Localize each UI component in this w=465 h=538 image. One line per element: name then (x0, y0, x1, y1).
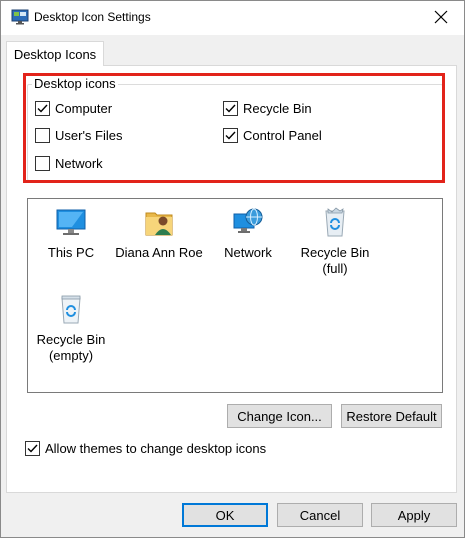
icon-label: Network (224, 245, 272, 260)
control-panel-checkbox-row[interactable]: Control Panel (223, 128, 322, 143)
ok-button[interactable]: OK (182, 503, 268, 527)
title-bar[interactable]: Desktop Icon Settings (1, 1, 464, 35)
check-icon (225, 104, 236, 113)
network-globe-icon (231, 205, 265, 239)
icon-item-user-folder[interactable]: Diana Ann Roe (114, 205, 204, 261)
recycle-bin-label: Recycle Bin (243, 101, 312, 116)
icon-label: Recycle Bin (full) (300, 245, 370, 276)
network-label: Network (55, 156, 103, 171)
users-files-checkbox[interactable] (35, 128, 50, 143)
allow-themes-label: Allow themes to change desktop icons (45, 441, 267, 456)
check-icon (225, 131, 236, 140)
icon-item-network[interactable]: Network (203, 205, 293, 261)
computer-checkbox[interactable] (35, 101, 50, 116)
monitor-icon (54, 205, 88, 239)
icon-label: Recycle Bin (empty) (36, 332, 106, 363)
apply-button[interactable]: Apply (371, 503, 457, 527)
window-title: Desktop Icon Settings (34, 10, 151, 24)
network-checkbox-row[interactable]: Network (35, 156, 103, 171)
computer-label: Computer (55, 101, 113, 116)
groupbox-legend: Desktop icons (32, 76, 118, 91)
recycle-bin-full-icon (318, 205, 352, 239)
recycle-bin-checkbox-row[interactable]: Recycle Bin (223, 101, 312, 116)
control-panel-checkbox[interactable] (223, 128, 238, 143)
restore-default-button[interactable]: Restore Default (341, 404, 442, 428)
check-icon (37, 104, 48, 113)
icon-label: This PC (47, 245, 95, 260)
recycle-bin-checkbox[interactable] (223, 101, 238, 116)
desktop-settings-icon (11, 9, 29, 25)
control-panel-label: Control Panel (243, 128, 322, 143)
allow-themes-checkbox[interactable] (25, 441, 40, 456)
icon-item-this-pc[interactable]: This PC (26, 205, 116, 261)
icon-label: Diana Ann Roe (115, 245, 203, 260)
user-folder-icon (142, 205, 176, 239)
users-files-checkbox-row[interactable]: User's Files (35, 128, 123, 143)
tab-desktop-icons[interactable]: Desktop Icons (6, 41, 104, 66)
cancel-button[interactable]: Cancel (277, 503, 363, 527)
icon-item-recycle-bin-full[interactable]: Recycle Bin (full) (290, 205, 380, 277)
close-icon (434, 10, 448, 27)
icon-list[interactable]: This PC Diana Ann Roe Network Recycle Bi… (27, 198, 443, 393)
network-checkbox[interactable] (35, 156, 50, 171)
check-icon (27, 444, 38, 453)
change-icon-button[interactable]: Change Icon... (227, 404, 332, 428)
users-files-label: User's Files (55, 128, 123, 143)
computer-checkbox-row[interactable]: Computer (35, 101, 112, 116)
allow-themes-checkbox-row[interactable]: Allow themes to change desktop icons (25, 441, 266, 456)
dialog-window: Desktop Icon Settings Desktop Icons Desk… (0, 0, 465, 538)
recycle-bin-empty-icon (54, 292, 88, 326)
tab-label: Desktop Icons (13, 46, 97, 62)
close-button[interactable] (418, 1, 464, 35)
icon-item-recycle-bin-empty[interactable]: Recycle Bin (empty) (26, 292, 116, 364)
